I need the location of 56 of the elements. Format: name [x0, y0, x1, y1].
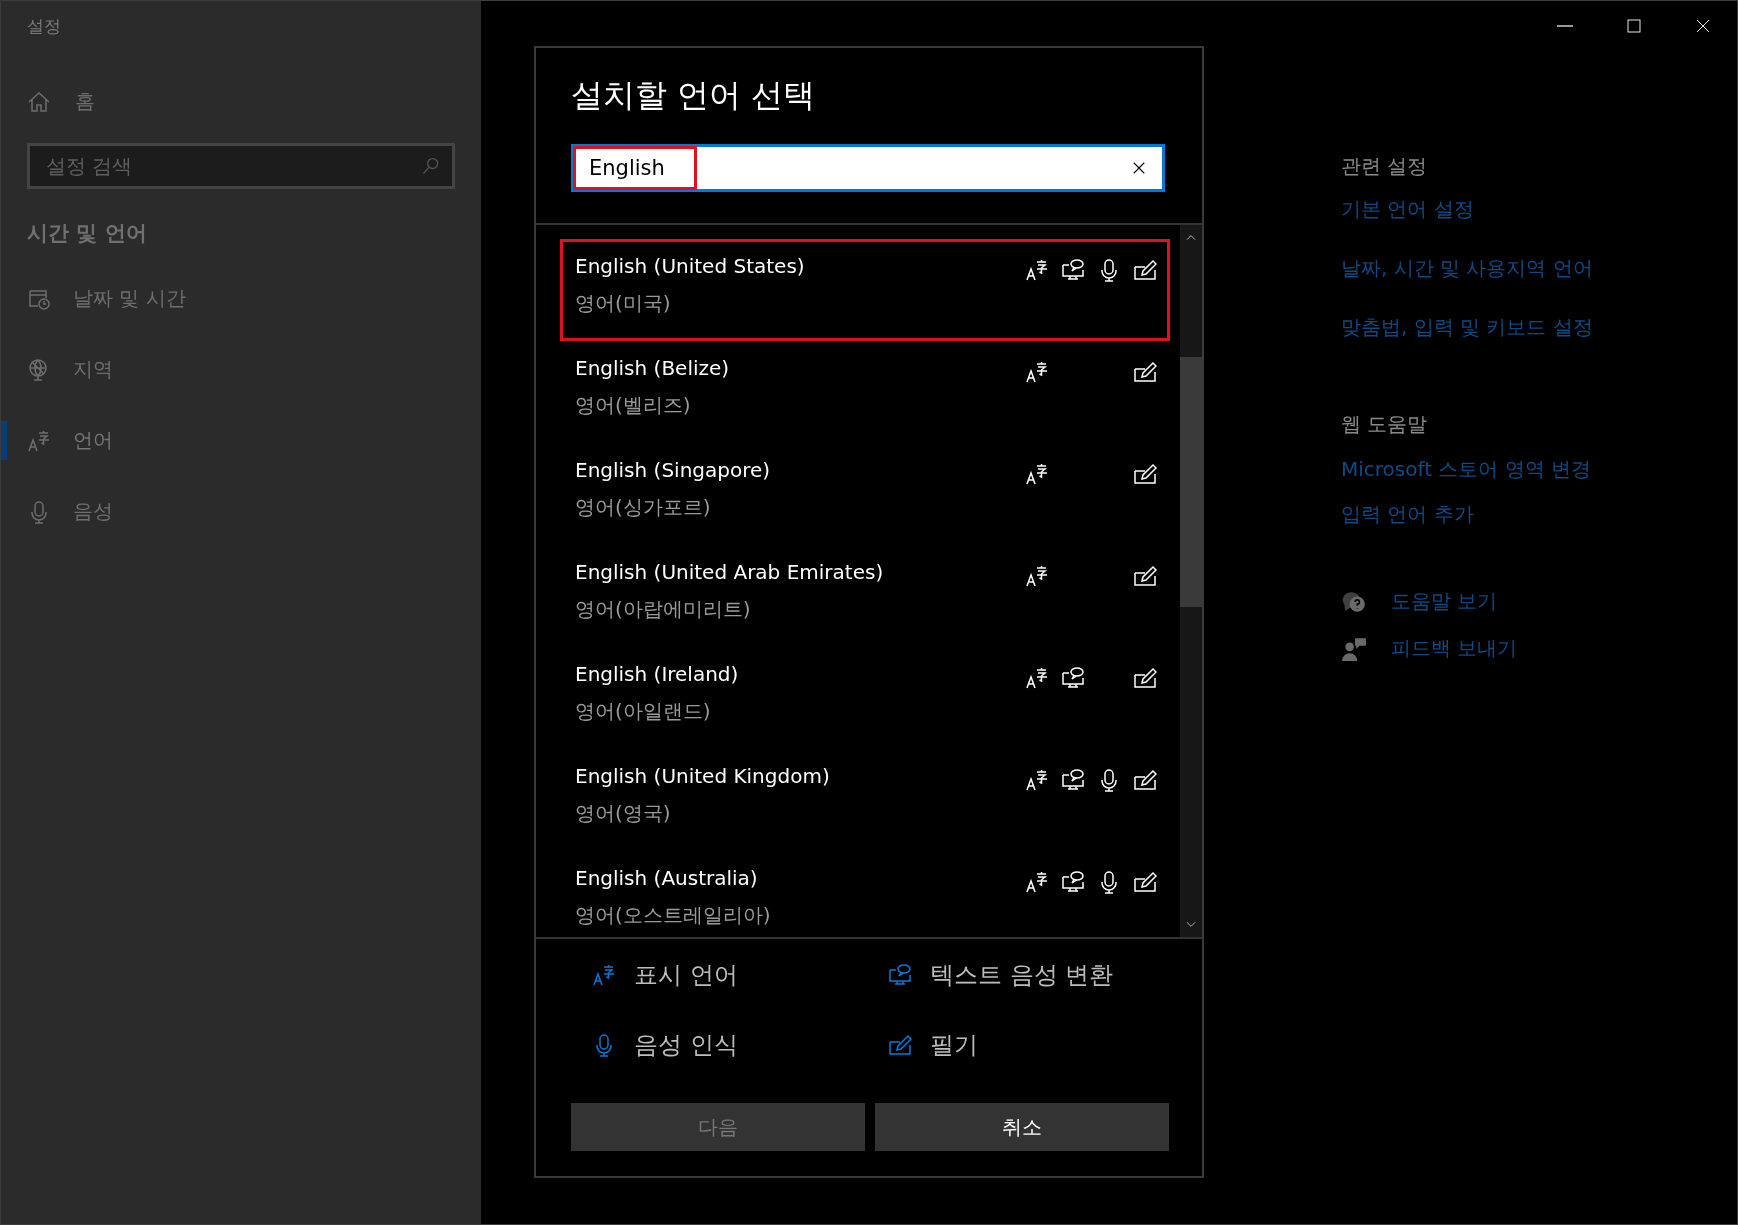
- help-link[interactable]: 입력 언어 추가: [1341, 501, 1474, 528]
- language-item[interactable]: English (Belize) 영어(벨리즈): [560, 341, 1170, 443]
- feedback-person-icon: [1341, 635, 1367, 662]
- language-icon: [592, 963, 616, 987]
- legend-label: 텍스트 음성 변환: [930, 960, 1114, 991]
- home-item[interactable]: 홈: [27, 88, 95, 115]
- scrollbar[interactable]: [1180, 225, 1202, 937]
- sidebar-item[interactable]: 언어: [1, 421, 129, 460]
- maximize-icon: [1624, 17, 1643, 35]
- home-icon: [27, 89, 51, 114]
- language-search-field[interactable]: English: [571, 144, 1165, 192]
- minimize-icon: [1555, 25, 1574, 27]
- window-title: 설정: [27, 15, 61, 38]
- language-native-name: 영어(아일랜드): [575, 698, 712, 725]
- language-native-name: 영어(싱가포르): [575, 494, 712, 521]
- scroll-thumb[interactable]: [1180, 357, 1202, 607]
- language-native-name: 영어(오스트레일리아): [575, 902, 771, 929]
- sidebar-item[interactable]: 지역: [1, 350, 129, 389]
- language-name: English (United States): [575, 254, 805, 278]
- section-heading: 웹 도움말: [1341, 411, 1428, 438]
- sidebar-item[interactable]: 날짜 및 시간: [1, 279, 202, 318]
- settings-link[interactable]: 기본 언어 설정: [1341, 196, 1474, 223]
- search-field[interactable]: 설정 검색: [27, 143, 455, 189]
- language-item[interactable]: English (United Kingdom) 영어(영국): [560, 749, 1170, 851]
- help-link[interactable]: Microsoft 스토어 영역 변경: [1341, 456, 1592, 483]
- help-link[interactable]: 도움말 보기: [1391, 588, 1498, 615]
- language-name: English (Australia): [575, 866, 759, 890]
- language-item[interactable]: English (Ireland) 영어(아일랜드): [560, 647, 1170, 749]
- language-native-name: 영어(아랍에미리트): [575, 596, 752, 623]
- language-item[interactable]: English (United Arab Emirates) 영어(아랍에미리트): [560, 545, 1170, 647]
- language-native-name: 영어(미국): [575, 290, 672, 317]
- language-name: English (Singapore): [575, 458, 771, 482]
- search-icon: [421, 156, 441, 176]
- section-heading: 시간 및 언어: [27, 220, 147, 247]
- sidebar-item[interactable]: 음성: [1, 492, 129, 531]
- legend-label: 음성 인식: [634, 1030, 738, 1061]
- pen-icon: [888, 1033, 912, 1057]
- legend-label: 필기: [930, 1030, 978, 1061]
- cancel-button[interactable]: 취소: [875, 1103, 1169, 1151]
- language-name: English (Belize): [575, 356, 730, 380]
- dialog-title: 설치할 언어 선택: [571, 75, 816, 116]
- section-heading: 관련 설정: [1341, 153, 1428, 180]
- help-link[interactable]: 피드백 보내기: [1391, 635, 1518, 662]
- language-item[interactable]: English (Singapore) 영어(싱가포르): [560, 443, 1170, 545]
- language-name: English (United Arab Emirates): [575, 560, 884, 584]
- language-item[interactable]: English (United States) 영어(미국): [560, 239, 1170, 341]
- language-item[interactable]: English (Australia) 영어(오스트레일리아): [560, 851, 1170, 937]
- language-icon: [27, 428, 51, 453]
- settings-link[interactable]: 맞춤법, 입력 및 키보드 설정: [1341, 314, 1593, 341]
- language-native-name: 영어(영국): [575, 800, 672, 827]
- language-name: English (Ireland): [575, 662, 739, 686]
- language-native-name: 영어(벨리즈): [575, 392, 692, 419]
- settings-link[interactable]: 날짜, 시간 및 사용지역 언어: [1341, 255, 1593, 282]
- language-name: English (United Kingdom): [575, 764, 830, 788]
- legend-label: 표시 언어: [634, 960, 738, 991]
- monitor-speech-icon: [888, 963, 912, 987]
